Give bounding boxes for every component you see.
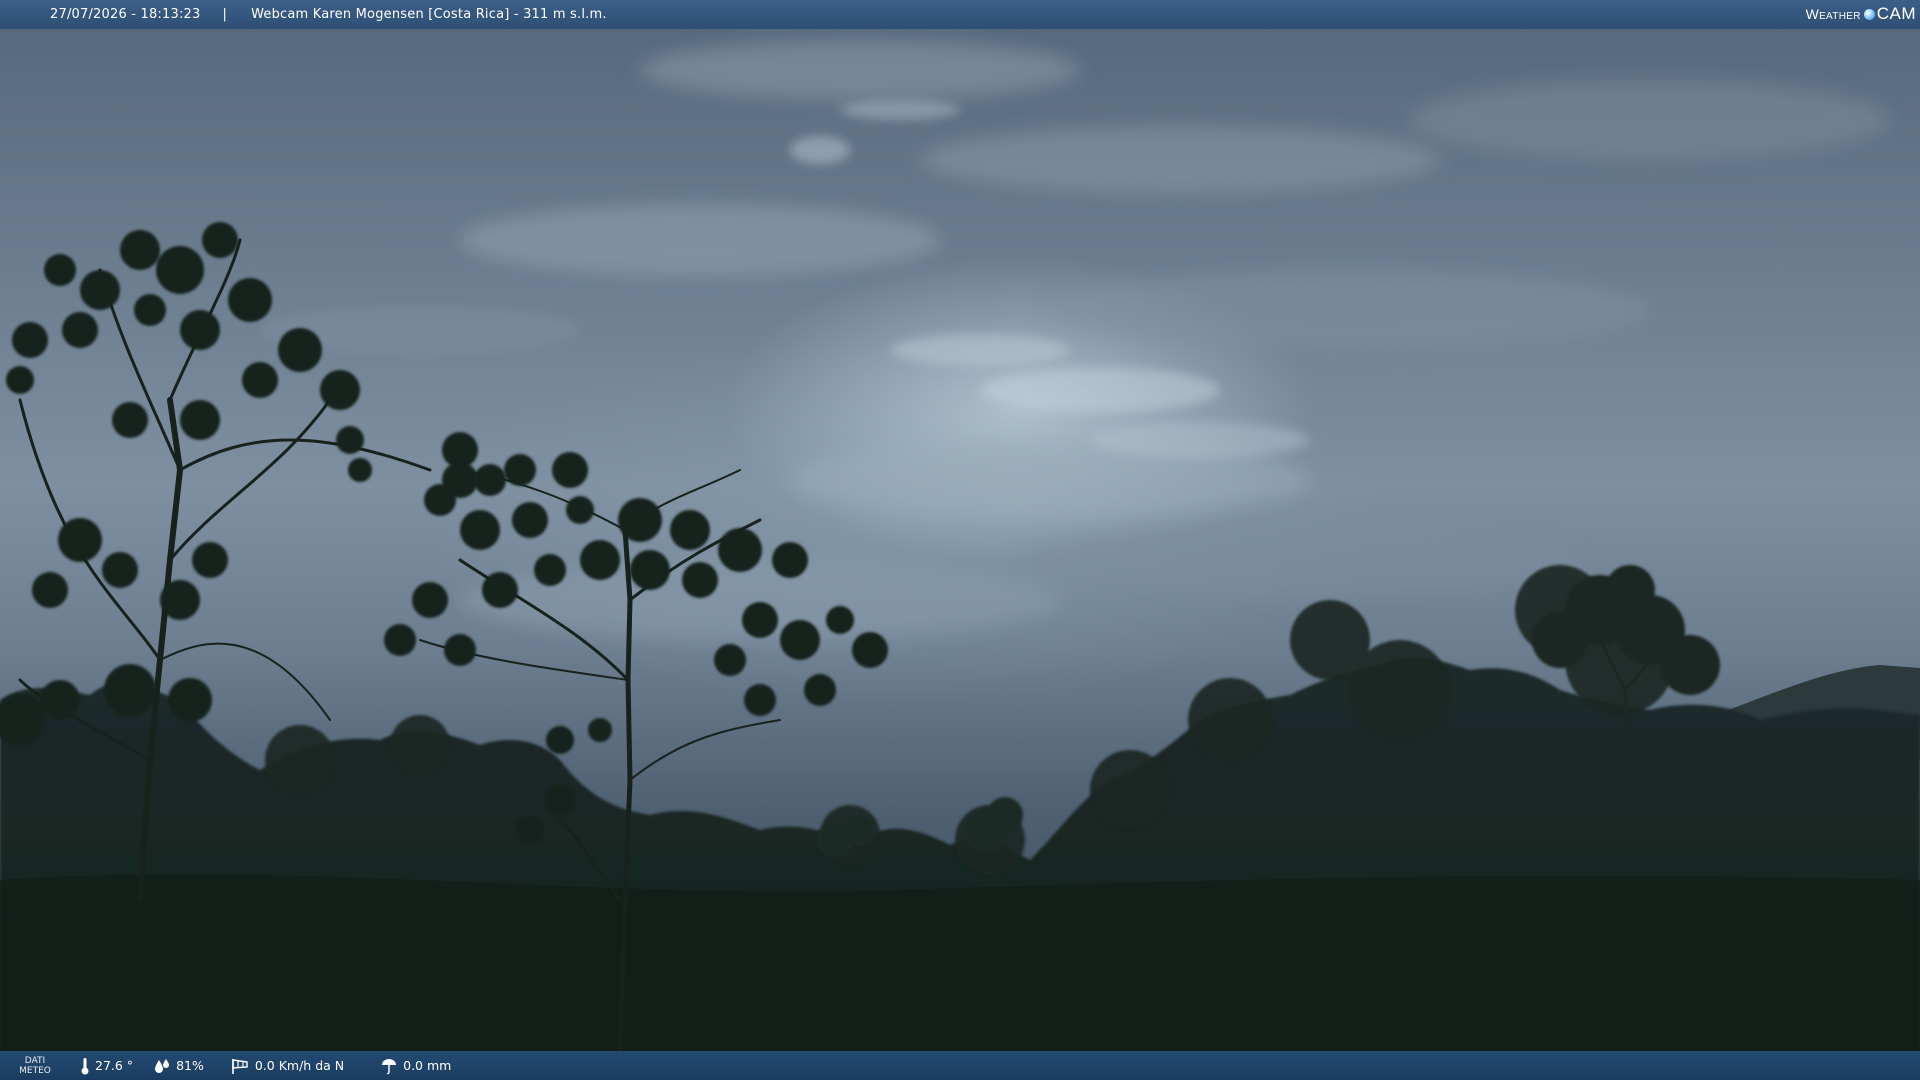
forest-silhouette: [0, 222, 1920, 1080]
rain-readout: 0.0 mm: [380, 1057, 451, 1075]
wind-readout: 0.0 Km/h da N: [230, 1057, 344, 1075]
logo-globe-icon: [1863, 8, 1875, 20]
webcam-title: Webcam Karen Mogensen [Costa Rica] - 311…: [251, 7, 607, 22]
weathercam-logo[interactable]: Weather CAM: [1806, 3, 1916, 25]
humidity-readout: 81%: [153, 1058, 204, 1074]
humidity-value: 81%: [176, 1058, 204, 1073]
temperature-value: 27.6 °: [95, 1058, 134, 1073]
dati-meteo-label[interactable]: DATI METEO: [0, 1056, 70, 1076]
rain-value: 0.0 mm: [403, 1058, 452, 1073]
temperature-readout: 27.6 °: [80, 1057, 133, 1075]
logo-cam-text: CAM: [1876, 4, 1916, 23]
weather-data-bar: DATI METEO 27.6 ° 81% 0.0 Km/h da N 0.0 …: [0, 1051, 1920, 1080]
windsock-icon: [232, 1058, 248, 1074]
timestamp: 27/07/2026 - 18:13:23: [50, 7, 201, 22]
separator: |: [222, 7, 228, 22]
webcam-frame: 27/07/2026 - 18:13:23 | Webcam Karen Mog…: [0, 0, 1920, 1080]
logo-weather-text: Weather: [1805, 6, 1861, 22]
wind-value: 0.0 Km/h da N: [254, 1058, 345, 1073]
rain-gauge-icon: [382, 1058, 397, 1074]
humidity-drops-icon: [155, 1058, 170, 1073]
thermometer-icon: [81, 1057, 89, 1074]
top-info-bar: 27/07/2026 - 18:13:23 | Webcam Karen Mog…: [0, 0, 1920, 29]
